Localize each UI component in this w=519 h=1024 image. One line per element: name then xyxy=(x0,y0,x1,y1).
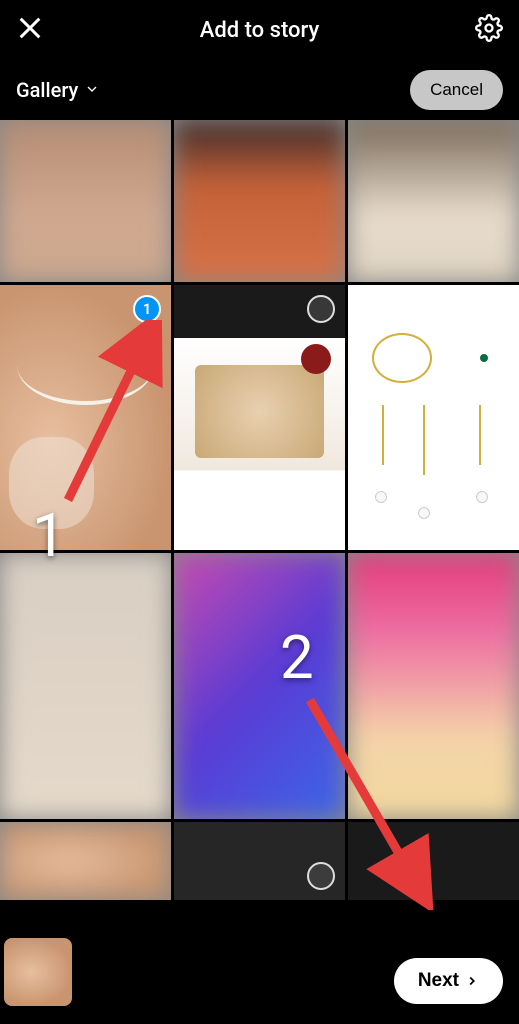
gallery-tile[interactable] xyxy=(0,120,171,282)
cancel-button[interactable]: Cancel xyxy=(410,70,503,110)
gallery-grid: 1 xyxy=(0,120,519,900)
gallery-tile[interactable] xyxy=(174,822,345,901)
settings-icon[interactable] xyxy=(475,14,503,46)
close-icon[interactable] xyxy=(16,14,44,46)
gallery-tile[interactable] xyxy=(348,120,519,282)
next-label: Next xyxy=(418,970,459,992)
gallery-tile[interactable]: 1 xyxy=(0,285,171,550)
gallery-label: Gallery xyxy=(16,78,78,102)
gallery-tile[interactable] xyxy=(174,285,345,550)
gallery-tile[interactable] xyxy=(174,553,345,818)
page-title: Add to story xyxy=(200,18,320,43)
gallery-tile[interactable] xyxy=(0,822,171,901)
chevron-right-icon xyxy=(465,974,479,988)
gallery-tile[interactable] xyxy=(348,822,519,901)
selection-badge[interactable] xyxy=(307,862,335,890)
gallery-dropdown[interactable]: Gallery xyxy=(16,78,100,102)
subheader: Gallery Cancel xyxy=(0,60,519,120)
gallery-tile[interactable] xyxy=(174,120,345,282)
selected-thumbnail[interactable] xyxy=(4,938,72,1006)
header: Add to story xyxy=(0,0,519,60)
gallery-tile[interactable] xyxy=(348,553,519,818)
gallery-tile[interactable] xyxy=(0,553,171,818)
chevron-down-icon xyxy=(84,78,100,102)
next-button[interactable]: Next xyxy=(394,958,503,1004)
gallery-tile[interactable] xyxy=(348,285,519,550)
